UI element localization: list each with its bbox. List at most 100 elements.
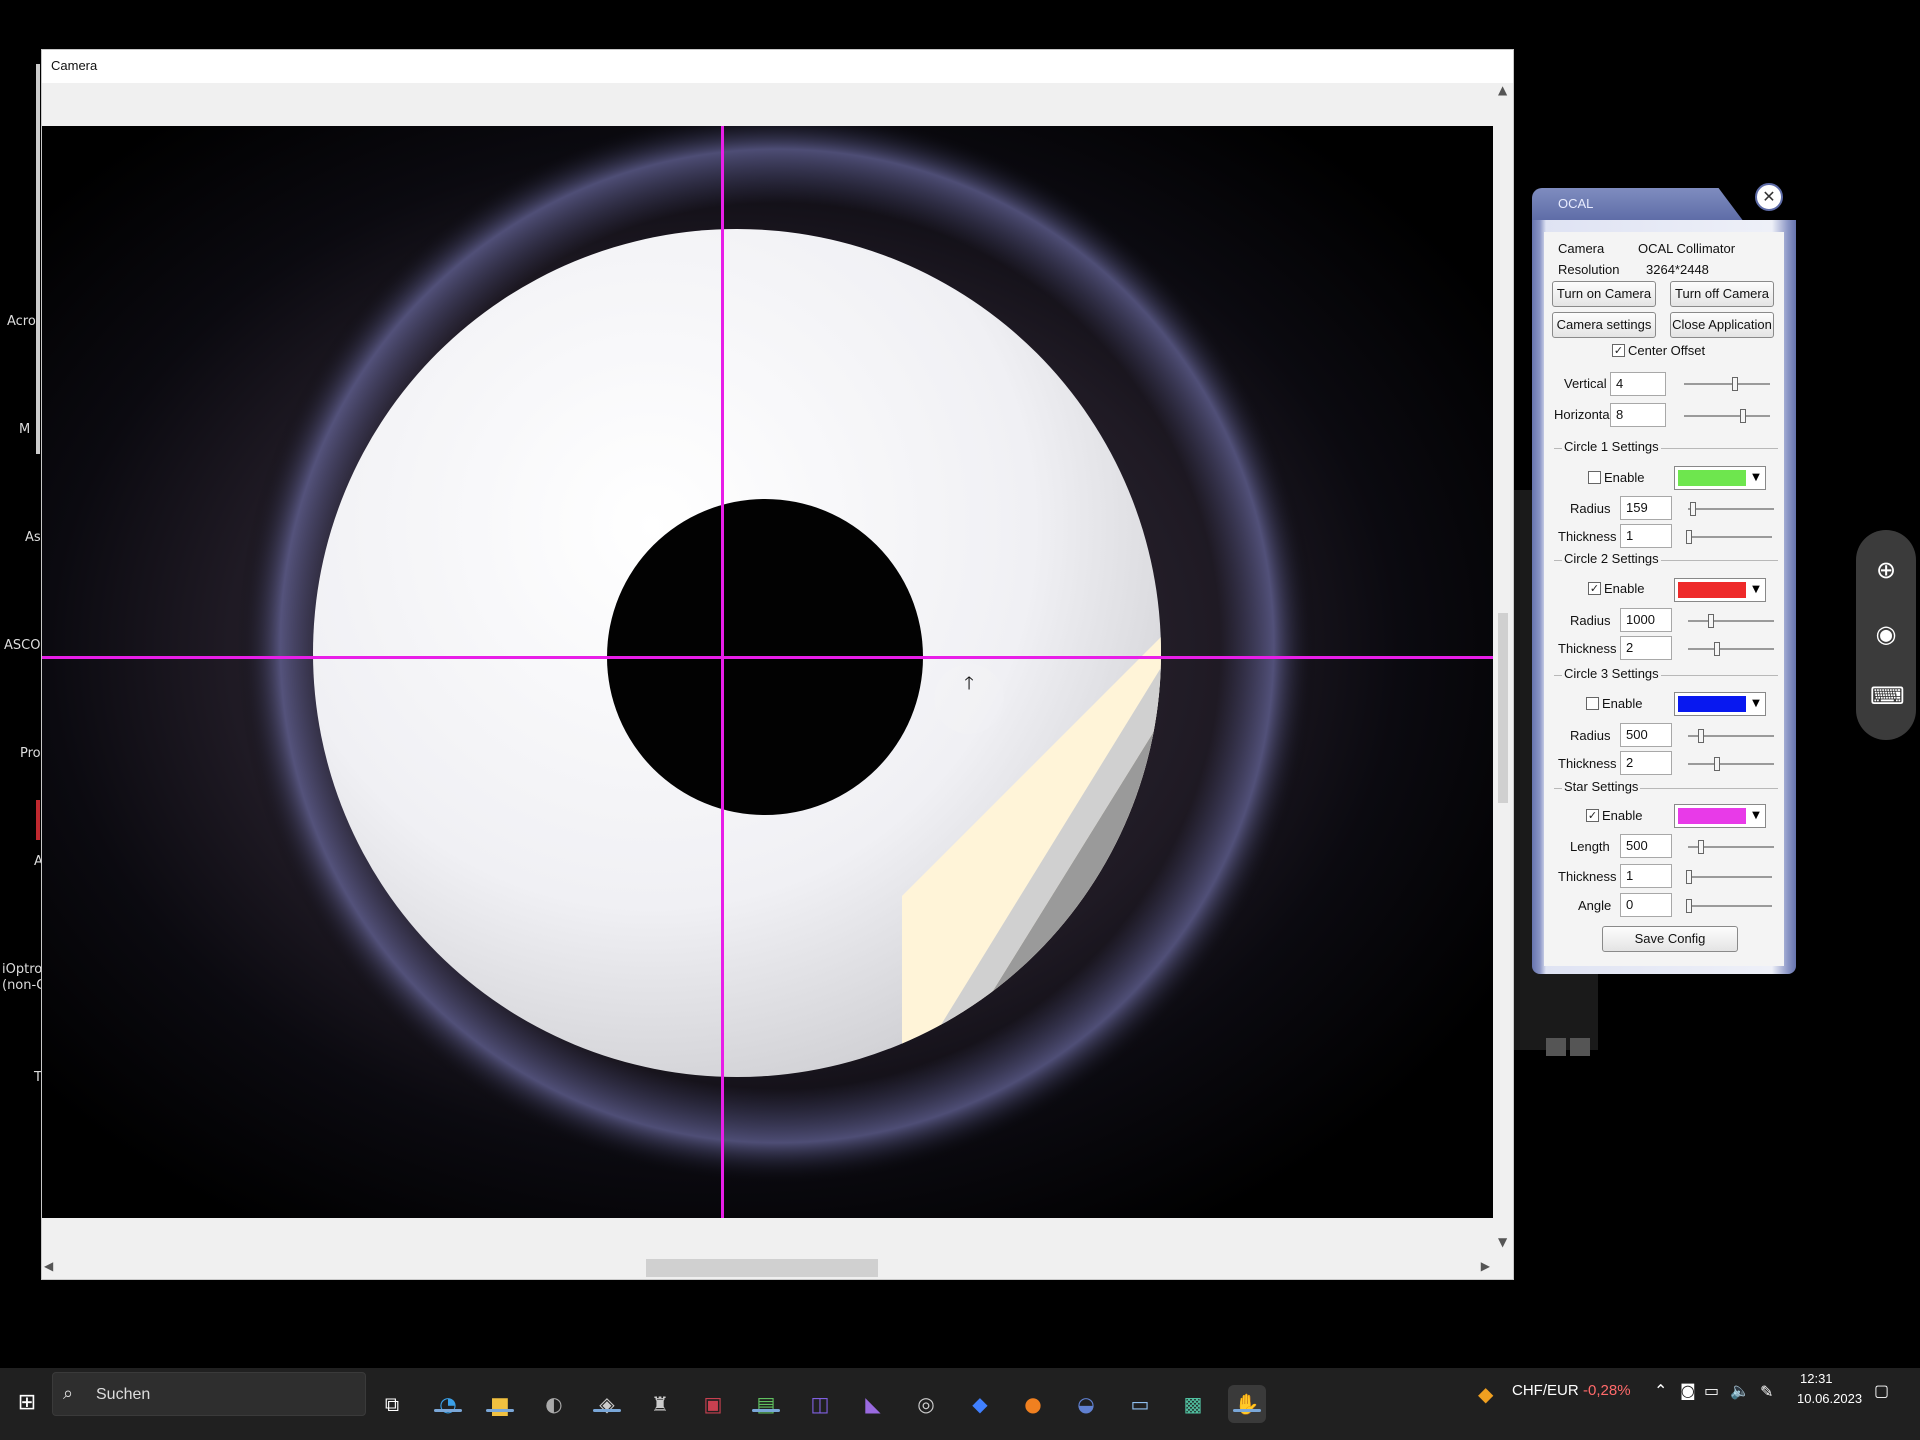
circle1-thickness-input[interactable]: 1 bbox=[1620, 524, 1672, 548]
group-title: Circle 2 Settings bbox=[1562, 551, 1661, 566]
horizontal-label: Horizontal bbox=[1554, 407, 1613, 422]
file-explorer-icon[interactable]: ▆ bbox=[481, 1385, 519, 1423]
clock-time[interactable]: 12:31 bbox=[1800, 1371, 1833, 1386]
circle3-color-select[interactable]: ▼ bbox=[1674, 692, 1766, 716]
app-icon[interactable]: ♜ bbox=[641, 1385, 679, 1423]
star-angle-input[interactable]: 0 bbox=[1620, 893, 1672, 917]
star-thickness-slider[interactable] bbox=[1686, 870, 1772, 884]
scroll-up-icon[interactable]: ▲ bbox=[1498, 83, 1507, 97]
window-button[interactable] bbox=[1546, 1038, 1566, 1056]
circle1-radius-input[interactable]: 159 bbox=[1620, 496, 1672, 520]
notification-icon[interactable]: ▢ bbox=[1874, 1381, 1889, 1400]
star-angle-slider[interactable] bbox=[1686, 899, 1772, 913]
circle2-color-select[interactable]: ▼ bbox=[1674, 578, 1766, 602]
star-length-slider[interactable] bbox=[1688, 840, 1774, 854]
vertical-scrollbar[interactable]: ▲ ▼ bbox=[1493, 83, 1513, 1249]
camera-settings-button[interactable]: Camera settings bbox=[1552, 312, 1656, 338]
vertical-slider[interactable] bbox=[1684, 377, 1770, 391]
desktop: Acro M As ASCO Pro A iOptro (non-C T Cam… bbox=[0, 0, 1920, 1440]
remote-icon[interactable]: ◉ bbox=[1870, 618, 1902, 650]
desktop-icon-label[interactable]: iOptro bbox=[2, 962, 42, 977]
app-icon[interactable]: ▣ bbox=[694, 1385, 732, 1423]
ocal-body: Camera OCAL Collimator Resolution 3264*2… bbox=[1544, 232, 1784, 966]
save-config-button[interactable]: Save Config bbox=[1602, 926, 1738, 952]
circle3-radius-input[interactable]: 500 bbox=[1620, 723, 1672, 747]
circle2-enable-checkbox[interactable]: ✓ bbox=[1588, 582, 1601, 595]
app-icon[interactable]: ● bbox=[1014, 1385, 1052, 1423]
circle1-enable-checkbox[interactable] bbox=[1588, 471, 1601, 484]
camera-titlebar[interactable]: Camera bbox=[42, 50, 1513, 83]
weather-widget-icon[interactable]: ◆ bbox=[1478, 1382, 1504, 1408]
desktop-icon-label[interactable]: (non-C bbox=[2, 978, 45, 993]
visual-studio-icon[interactable]: ◣ bbox=[854, 1385, 892, 1423]
turn-off-camera-button[interactable]: Turn off Camera bbox=[1670, 281, 1774, 307]
horizontal-input[interactable]: 8 bbox=[1610, 403, 1666, 427]
center-offset-checkbox[interactable]: ✓ bbox=[1612, 344, 1625, 357]
horizontal-scroll-thumb[interactable] bbox=[646, 1259, 878, 1277]
scroll-left-icon[interactable]: ◀ bbox=[44, 1259, 53, 1273]
star-thickness-input[interactable]: 1 bbox=[1620, 864, 1672, 888]
app-icon[interactable]: ▤ bbox=[747, 1385, 785, 1423]
app-icon[interactable]: ◆ bbox=[961, 1385, 999, 1423]
app-icon[interactable]: ◐ bbox=[535, 1385, 573, 1423]
circle3-enable-checkbox[interactable] bbox=[1586, 697, 1599, 710]
circle2-radius-label: Radius bbox=[1570, 613, 1611, 628]
windows-start-icon[interactable]: ⊞ bbox=[12, 1388, 42, 1418]
circle2-radius-input[interactable]: 1000 bbox=[1620, 608, 1672, 632]
circle2-radius-slider[interactable] bbox=[1688, 614, 1774, 628]
camera-feed[interactable]: 🡑 bbox=[42, 126, 1494, 1218]
circle2-thickness-input[interactable]: 2 bbox=[1620, 636, 1672, 660]
scroll-down-icon[interactable]: ▼ bbox=[1498, 1235, 1507, 1249]
horizontal-slider[interactable] bbox=[1684, 409, 1770, 423]
ticker-label[interactable]: CHF/EUR bbox=[1512, 1382, 1579, 1399]
zoom-in-icon[interactable]: ⊕ bbox=[1870, 554, 1902, 586]
circle3-thickness-input[interactable]: 2 bbox=[1620, 751, 1672, 775]
desktop-icon-label[interactable]: Pro bbox=[20, 746, 41, 761]
star-enable-checkbox[interactable]: ✓ bbox=[1586, 809, 1599, 822]
star-color-select[interactable]: ▼ bbox=[1674, 804, 1766, 828]
star-length-input[interactable]: 500 bbox=[1620, 834, 1672, 858]
circle3-radius-slider[interactable] bbox=[1688, 729, 1774, 743]
desktop-icon-label[interactable]: ASCO bbox=[4, 638, 40, 653]
meet-icon[interactable]: ◙ bbox=[1680, 1381, 1696, 1400]
edge-icon[interactable]: ◔ bbox=[429, 1385, 467, 1423]
volume-icon[interactable]: 🔈 bbox=[1730, 1381, 1750, 1400]
desktop-icon-label[interactable]: As bbox=[25, 530, 41, 545]
desktop-app-icon[interactable] bbox=[36, 800, 40, 840]
desktop-icon-label[interactable]: M bbox=[19, 422, 30, 437]
keyboard-icon[interactable]: ⌨ bbox=[1870, 680, 1905, 712]
vertical-label: Vertical bbox=[1564, 376, 1607, 391]
star-angle-label: Angle bbox=[1578, 898, 1612, 913]
clock-date[interactable]: 10.06.2023 bbox=[1797, 1391, 1862, 1406]
app-icon[interactable]: ◎ bbox=[907, 1385, 945, 1423]
pen-icon[interactable]: ✎ bbox=[1760, 1382, 1773, 1401]
app-icon[interactable]: ◫ bbox=[801, 1385, 839, 1423]
app-icon[interactable]: ▩ bbox=[1174, 1385, 1212, 1423]
desktop-icon-label[interactable]: Acro bbox=[7, 314, 36, 329]
vertical-scroll-thumb[interactable] bbox=[1498, 613, 1508, 803]
horizontal-scrollbar[interactable]: ◀ ▶ bbox=[42, 1247, 1494, 1279]
vertical-input[interactable]: 4 bbox=[1610, 372, 1666, 396]
search-input[interactable]: ⌕ Suchen bbox=[52, 1372, 366, 1416]
app-icon[interactable]: ▭ bbox=[1121, 1385, 1159, 1423]
circle1-radius-slider[interactable] bbox=[1688, 502, 1774, 516]
close-icon[interactable]: ✕ bbox=[1755, 183, 1783, 211]
task-view-icon[interactable]: ⧉ bbox=[373, 1385, 411, 1423]
app-icon[interactable]: ◈ bbox=[588, 1385, 626, 1423]
turn-on-camera-button[interactable]: Turn on Camera bbox=[1552, 281, 1656, 307]
resolution-label: Resolution bbox=[1558, 262, 1620, 277]
chevron-up-icon[interactable]: ⌃ bbox=[1654, 1381, 1667, 1400]
circle3-thickness-slider[interactable] bbox=[1688, 757, 1774, 771]
circle2-thickness-slider[interactable] bbox=[1688, 642, 1774, 656]
close-application-button[interactable]: Close Application bbox=[1670, 312, 1774, 338]
scroll-right-icon[interactable]: ▶ bbox=[1481, 1259, 1490, 1273]
network-icon[interactable]: ▭ bbox=[1704, 1381, 1719, 1400]
circle1-radius-label: Radius bbox=[1570, 501, 1611, 516]
circle1-thickness-slider[interactable] bbox=[1686, 530, 1772, 544]
chevron-down-icon: ▼ bbox=[1752, 698, 1760, 709]
window-button[interactable] bbox=[1570, 1038, 1590, 1056]
app-icon[interactable]: ◒ bbox=[1067, 1385, 1105, 1423]
circle1-color-select[interactable]: ▼ bbox=[1674, 466, 1766, 490]
ocal-app-icon[interactable]: ✋ bbox=[1228, 1385, 1266, 1423]
circle3-thickness-label: Thickness bbox=[1558, 756, 1617, 771]
